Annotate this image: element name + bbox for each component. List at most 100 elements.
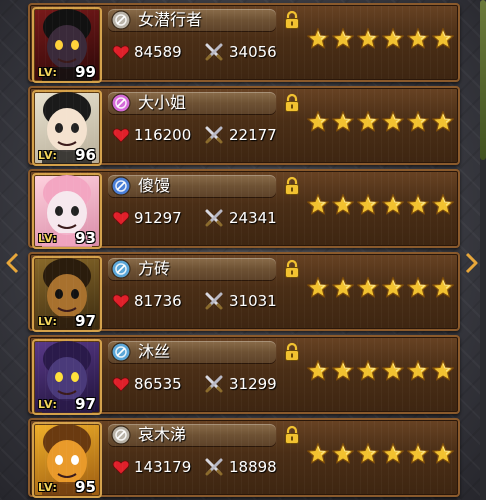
heart-icon (112, 126, 130, 144)
star-icon (381, 110, 405, 134)
level-value: 95 (75, 478, 96, 496)
hp-value: 143179 (134, 458, 192, 476)
star-icon (356, 27, 380, 51)
shield-class-icon (111, 425, 131, 445)
star-icon (406, 110, 430, 134)
star-icon (306, 276, 330, 300)
star-rating (306, 276, 456, 302)
hero-portrait: LV: 93 (32, 173, 102, 249)
hero-portrait: LV: 95 (32, 422, 102, 498)
star-icon (356, 276, 380, 300)
lock-icon[interactable] (284, 425, 300, 445)
heart-icon (112, 292, 130, 310)
crossed-swords-icon (204, 291, 224, 311)
level-label: LV: (38, 398, 58, 411)
attack-value: 18898 (229, 458, 277, 476)
chevron-right-icon[interactable] (465, 252, 479, 274)
hero-card[interactable]: LV: 93 傻馒 91297 24341 (28, 169, 460, 249)
level-value: 97 (75, 395, 96, 413)
star-icon (356, 110, 380, 134)
heart-icon (112, 43, 130, 61)
orb-class-icon (111, 259, 131, 279)
hp-value: 84589 (134, 43, 182, 61)
shield-class-icon (111, 176, 131, 196)
name-bar: 傻馒 (108, 175, 276, 197)
hero-card[interactable]: LV: 96 大小姐 116200 22177 (28, 86, 460, 166)
orb-class-icon (111, 342, 131, 362)
name-bar: 哀木涕 (108, 424, 276, 446)
hero-portrait: LV: 97 (32, 256, 102, 332)
star-icon (331, 110, 355, 134)
star-icon (356, 193, 380, 217)
attack-value: 22177 (229, 126, 277, 144)
level-label: LV: (38, 315, 58, 328)
lock-icon[interactable] (284, 93, 300, 113)
star-icon (306, 359, 330, 383)
level-label: LV: (38, 481, 58, 494)
chevron-left-icon[interactable] (5, 252, 19, 274)
star-icon (381, 193, 405, 217)
crossed-swords-icon (204, 42, 224, 62)
star-icon (406, 27, 430, 51)
star-icon (356, 442, 380, 466)
star-icon (306, 193, 330, 217)
scroll-thumb[interactable] (480, 0, 486, 160)
staff-class-icon (111, 93, 131, 113)
crossed-swords-icon (204, 457, 224, 477)
star-icon (306, 27, 330, 51)
star-icon (431, 193, 455, 217)
star-icon (381, 442, 405, 466)
dagger-class-icon (111, 10, 131, 30)
hp-value: 91297 (134, 209, 182, 227)
star-icon (356, 359, 380, 383)
hero-portrait: LV: 99 (32, 7, 102, 83)
attack-value: 34056 (229, 43, 277, 61)
heart-icon (112, 375, 130, 393)
star-icon (331, 27, 355, 51)
star-icon (406, 359, 430, 383)
name-bar: 女潜行者 (108, 9, 276, 31)
hero-card[interactable]: LV: 97 方砖 81736 31031 (28, 252, 460, 332)
lock-icon[interactable] (284, 259, 300, 279)
star-icon (381, 276, 405, 300)
scrollbar[interactable] (480, 0, 486, 500)
attack-value: 31031 (229, 292, 277, 310)
name-bar: 大小姐 (108, 92, 276, 114)
star-icon (431, 276, 455, 300)
level-label: LV: (38, 149, 58, 162)
level-label: LV: (38, 232, 58, 245)
level-value: 97 (75, 312, 96, 330)
star-icon (431, 442, 455, 466)
heart-icon (112, 458, 130, 476)
star-rating (306, 27, 456, 53)
star-icon (331, 276, 355, 300)
lock-icon[interactable] (284, 342, 300, 362)
level-label: LV: (38, 66, 58, 79)
hero-name: 女潜行者 (138, 10, 203, 29)
level-value: 93 (75, 229, 96, 247)
hero-name: 傻馒 (138, 176, 171, 195)
name-bar: 沐丝 (108, 341, 276, 363)
lock-icon[interactable] (284, 176, 300, 196)
hero-card[interactable]: LV: 99 女潜行者 84589 34056 (28, 3, 460, 83)
hero-name: 哀木涕 (138, 425, 187, 444)
star-icon (331, 442, 355, 466)
star-icon (306, 442, 330, 466)
crossed-swords-icon (204, 374, 224, 394)
level-value: 96 (75, 146, 96, 164)
hp-value: 116200 (134, 126, 192, 144)
lock-icon[interactable] (284, 10, 300, 30)
star-rating (306, 193, 456, 219)
heart-icon (112, 209, 130, 227)
star-rating (306, 442, 456, 468)
attack-value: 24341 (229, 209, 277, 227)
level-value: 99 (75, 63, 96, 81)
star-icon (406, 276, 430, 300)
hp-value: 86535 (134, 375, 182, 393)
attack-value: 31299 (229, 375, 277, 393)
star-icon (431, 359, 455, 383)
hp-value: 81736 (134, 292, 182, 310)
hero-portrait: LV: 96 (32, 90, 102, 166)
hero-card[interactable]: LV: 97 沐丝 86535 31299 (28, 335, 460, 415)
hero-card[interactable]: LV: 95 哀木涕 143179 18898 (28, 418, 460, 498)
